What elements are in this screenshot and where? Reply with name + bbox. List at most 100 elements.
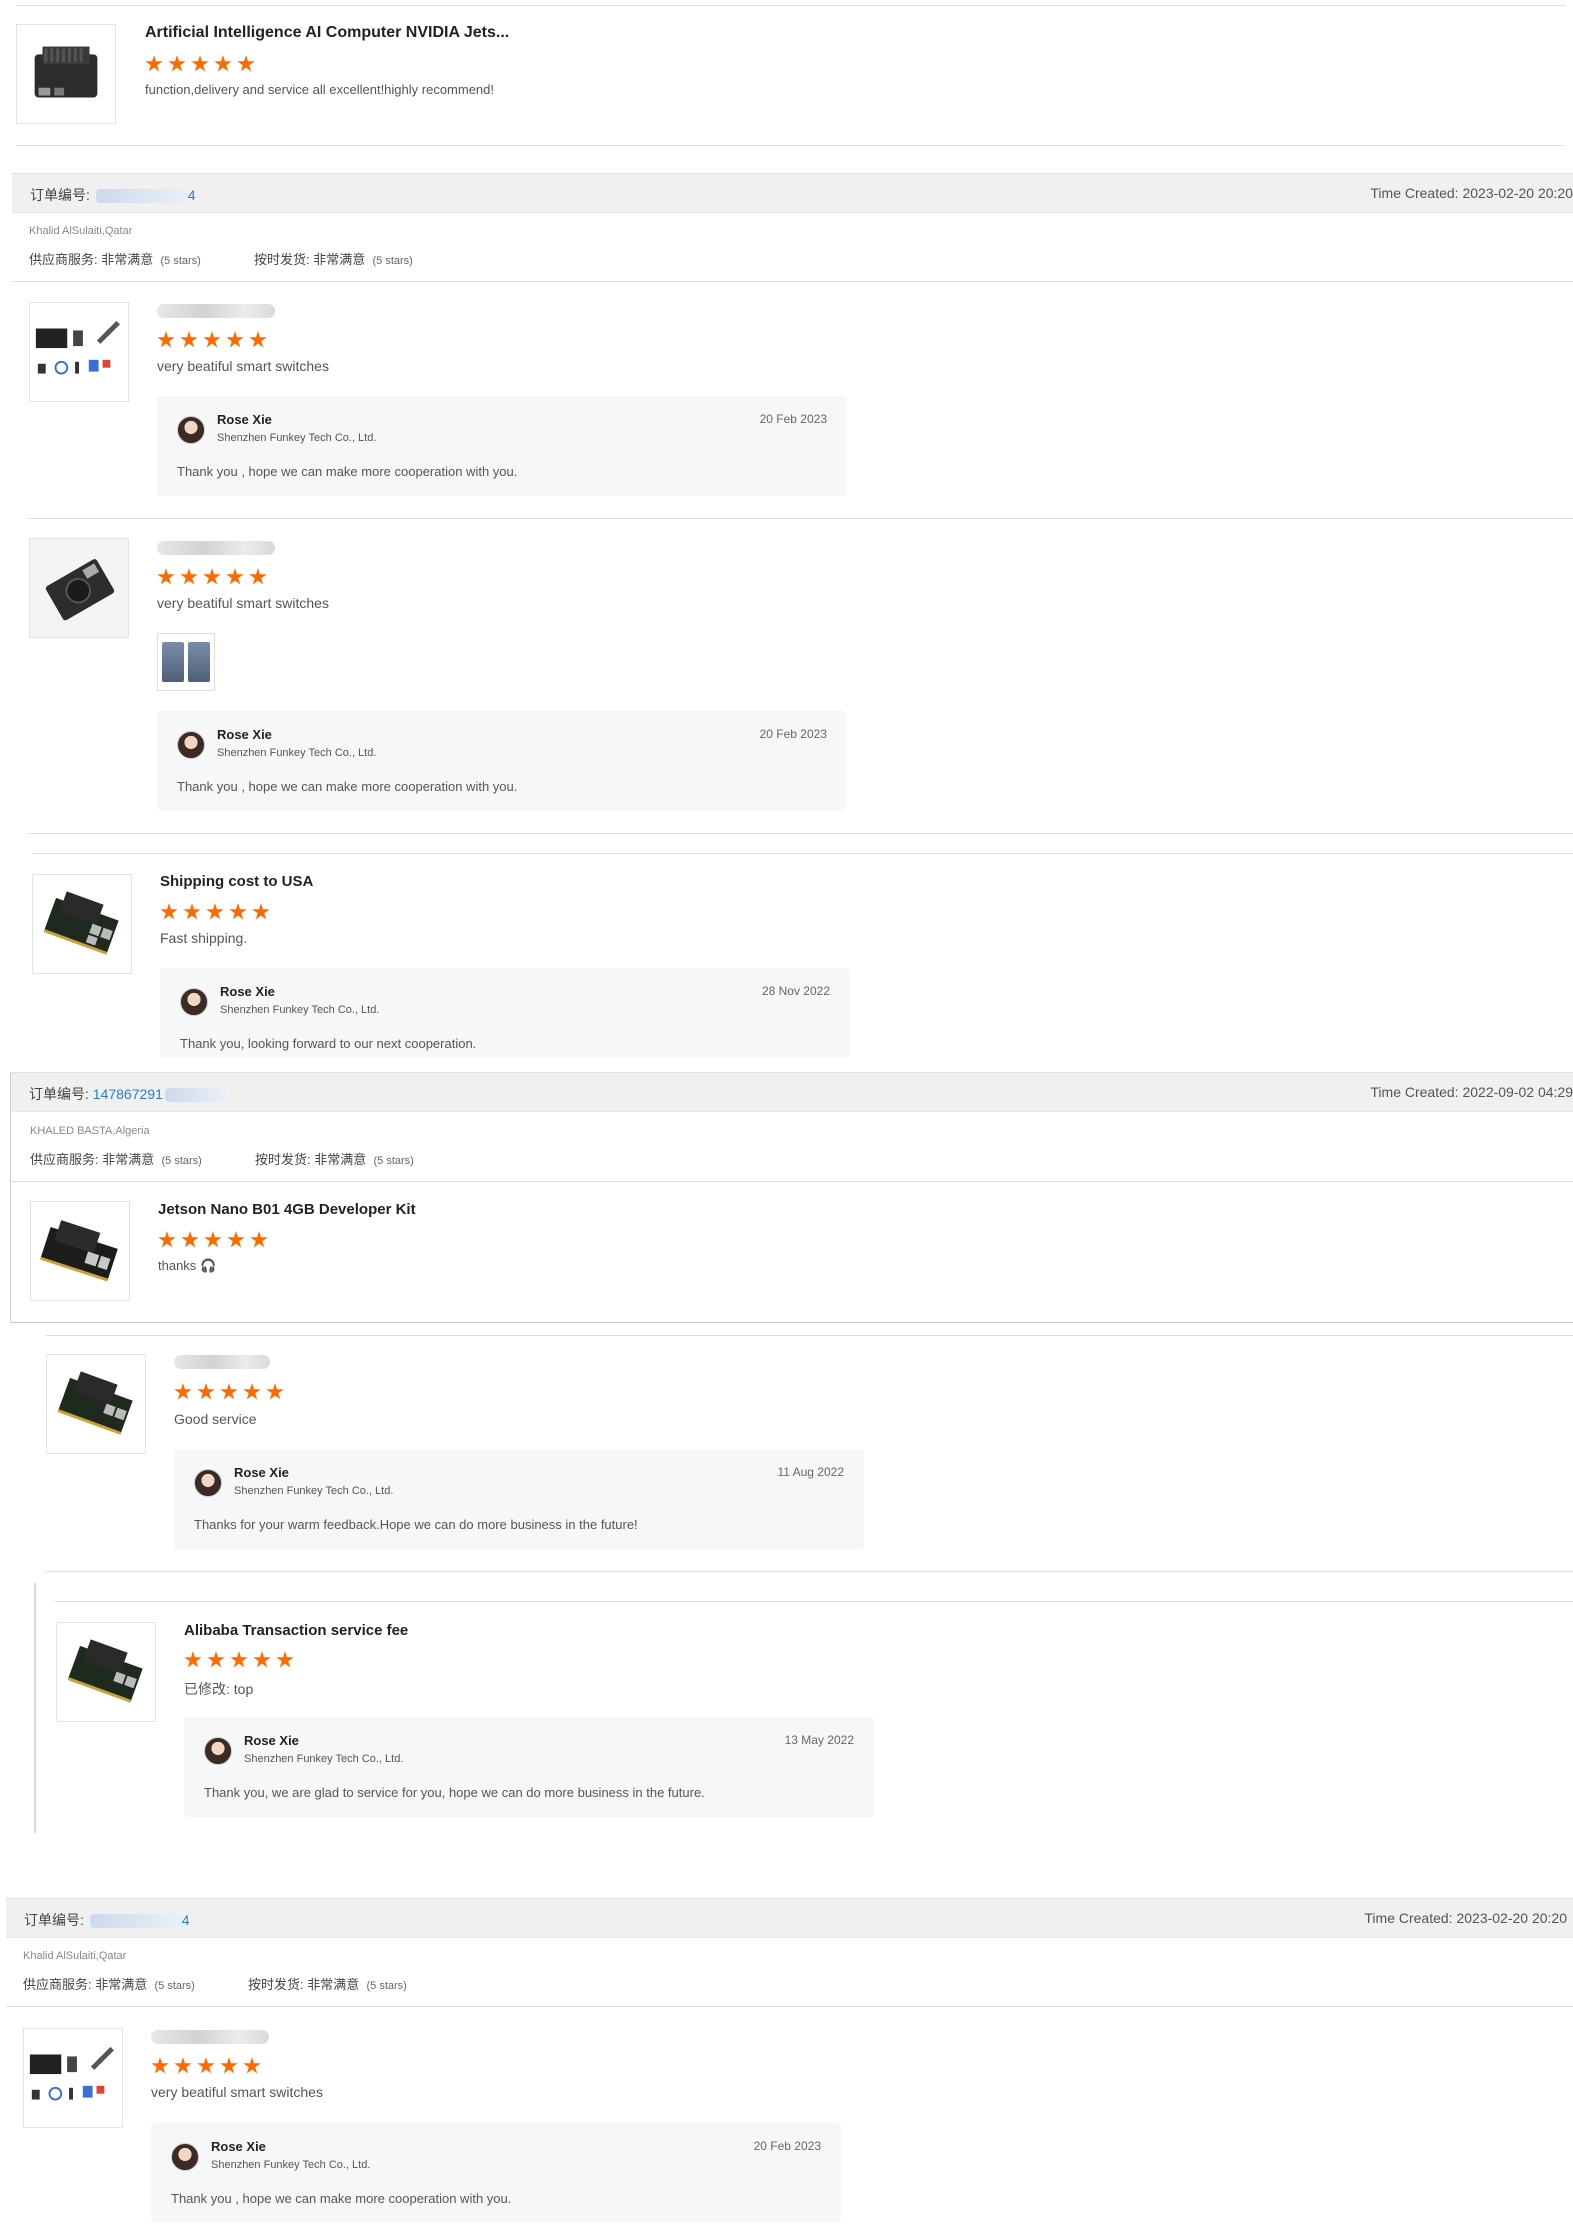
product-thumbnail[interactable] xyxy=(16,24,116,124)
product-thumbnail[interactable] xyxy=(29,538,129,638)
divider xyxy=(29,833,1573,834)
seller-avatar xyxy=(204,1737,232,1765)
buyer-info: Khalid AlSulaiti,Qatar xyxy=(23,1950,127,1962)
product-thumbnail[interactable] xyxy=(56,1622,156,1722)
reply-date: 20 Feb 2023 xyxy=(753,2139,821,2153)
star-icon xyxy=(226,331,244,348)
seller-name: Rose Xie xyxy=(220,984,275,999)
seller-avatar xyxy=(194,1469,222,1497)
star-icon xyxy=(197,2057,215,2074)
star-icon xyxy=(151,2057,169,2074)
star-icon xyxy=(204,1231,222,1248)
redacted-product-title xyxy=(157,541,275,555)
star-icon xyxy=(252,903,270,920)
seller-company: Shenzhen Funkey Tech Co., Ltd. xyxy=(244,1753,404,1765)
star-icon xyxy=(276,1651,294,1668)
star-icon xyxy=(180,568,198,585)
star-icon xyxy=(250,1231,268,1248)
star-icon xyxy=(243,1383,261,1400)
shipping-rating: 按时发货: 非常满意 (5 stars) xyxy=(255,1152,414,1167)
seller-company: Shenzhen Funkey Tech Co., Ltd. xyxy=(234,1485,394,1497)
review-text: thanks 🎧 xyxy=(158,1258,217,1273)
divider xyxy=(6,2006,1573,2007)
order-border-left xyxy=(10,1112,11,1322)
seller-avatar xyxy=(180,988,208,1016)
star-icon xyxy=(174,1383,192,1400)
reply-message: Thank you, we are glad to service for yo… xyxy=(204,1785,705,1800)
star-icon xyxy=(214,55,232,72)
product-thumbnail[interactable] xyxy=(30,1201,130,1301)
seller-reply: Rose Xie Shenzhen Funkey Tech Co., Ltd. … xyxy=(174,1449,864,1549)
star-icon xyxy=(184,1651,202,1668)
star-rating xyxy=(174,1383,284,1401)
star-icon xyxy=(220,1383,238,1400)
reply-message: Thank you , hope we can make more cooper… xyxy=(171,2191,512,2206)
star-icon xyxy=(158,1231,176,1248)
reply-message: Thank you , hope we can make more cooper… xyxy=(177,464,518,479)
order-number-link[interactable]: 4 xyxy=(188,187,196,203)
star-icon xyxy=(253,1651,271,1668)
reply-date: 20 Feb 2023 xyxy=(759,727,827,741)
review-photo[interactable] xyxy=(157,633,215,691)
star-icon xyxy=(237,55,255,72)
redacted-product-title xyxy=(157,304,275,318)
star-rating xyxy=(145,55,255,73)
star-icon xyxy=(249,331,267,348)
reply-date: 20 Feb 2023 xyxy=(759,412,827,426)
star-rating xyxy=(157,331,267,349)
reply-date: 11 Aug 2022 xyxy=(777,1465,844,1479)
divider xyxy=(16,145,1563,146)
star-icon xyxy=(160,903,178,920)
reply-message: Thanks for your warm feedback.Hope we ca… xyxy=(194,1517,638,1532)
review-product-title[interactable]: Alibaba Transaction service fee xyxy=(184,1622,408,1639)
product-thumbnail[interactable] xyxy=(29,302,129,402)
review-text: Fast shipping. xyxy=(160,930,248,946)
product-thumbnail[interactable] xyxy=(46,1354,146,1454)
review-product-title[interactable]: Artificial Intelligence AI Computer NVID… xyxy=(145,24,509,42)
seller-reply: Rose Xie Shenzhen Funkey Tech Co., Ltd. … xyxy=(157,396,847,496)
reply-message: Thank you , hope we can make more cooper… xyxy=(177,779,518,794)
seller-name: Rose Xie xyxy=(211,2139,266,2154)
order-number-link[interactable]: 147867291 xyxy=(93,1086,163,1102)
star-icon xyxy=(206,903,224,920)
divider xyxy=(45,1571,1573,1572)
seller-reply: Rose Xie Shenzhen Funkey Tech Co., Ltd. … xyxy=(184,1717,874,1817)
star-icon xyxy=(203,331,221,348)
seller-reply: Rose Xie Shenzhen Funkey Tech Co., Ltd. … xyxy=(160,968,850,1058)
seller-company: Shenzhen Funkey Tech Co., Ltd. xyxy=(217,747,377,759)
seller-avatar xyxy=(177,416,205,444)
star-icon xyxy=(220,2057,238,2074)
star-icon xyxy=(249,568,267,585)
star-icon xyxy=(145,55,163,72)
divider xyxy=(32,853,1573,854)
seller-name: Rose Xie xyxy=(217,412,272,427)
divider xyxy=(29,518,1573,519)
redacted-order-number xyxy=(164,1088,227,1103)
shipping-rating: 按时发货: 非常满意 (5 stars) xyxy=(248,1977,407,1992)
review-product-title[interactable]: Shipping cost to USA xyxy=(160,873,313,890)
order-time-created: Time Created: 2022-09-02 04:29 xyxy=(1370,1084,1573,1100)
star-icon xyxy=(227,1231,245,1248)
redacted-order-number xyxy=(89,1914,182,1929)
star-icon xyxy=(180,331,198,348)
reply-date: 28 Nov 2022 xyxy=(761,984,830,998)
seller-company: Shenzhen Funkey Tech Co., Ltd. xyxy=(217,432,377,444)
product-thumbnail[interactable] xyxy=(23,2028,123,2128)
order-number-link[interactable]: 4 xyxy=(182,1912,190,1928)
star-icon xyxy=(183,903,201,920)
order-time-created: Time Created: 2023-02-20 20:20 xyxy=(1364,1910,1567,1926)
star-icon xyxy=(157,568,175,585)
review-text: very beatiful smart switches xyxy=(151,2084,323,2100)
headset-icon: 🎧 xyxy=(199,1258,217,1273)
divider xyxy=(12,281,1573,282)
seller-avatar xyxy=(171,2143,199,2171)
review-product-title[interactable]: Jetson Nano B01 4GB Developer Kit xyxy=(158,1201,416,1218)
nested-indent-line xyxy=(34,1583,36,1833)
star-rating xyxy=(184,1651,294,1669)
product-thumbnail[interactable] xyxy=(32,874,132,974)
review-text: 已修改: top xyxy=(184,1681,254,1697)
review-text: Good service xyxy=(174,1411,257,1427)
order-number-label: 订单编号: xyxy=(30,187,94,203)
divider xyxy=(10,1322,1573,1323)
seller-company: Shenzhen Funkey Tech Co., Ltd. xyxy=(220,1004,380,1016)
